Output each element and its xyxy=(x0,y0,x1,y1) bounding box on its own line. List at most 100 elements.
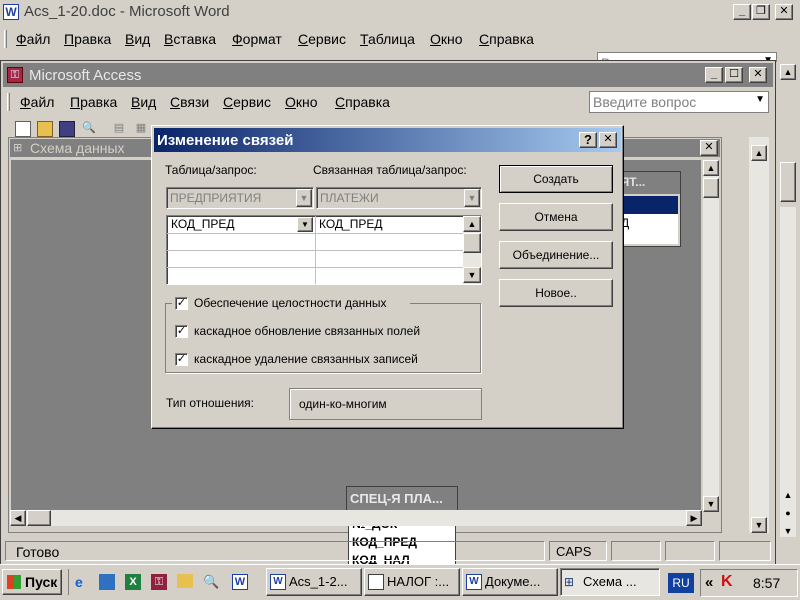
access-icon[interactable]: ⚿ xyxy=(151,574,167,590)
search-files-icon[interactable]: 🔍 xyxy=(203,574,219,590)
word-menu-file[interactable]: Файл xyxy=(16,31,50,47)
access-help-box[interactable]: Введите вопрос ▼ xyxy=(589,91,769,113)
schema-hscroll-thumb[interactable] xyxy=(27,510,51,526)
tray-expand-chevron[interactable]: « xyxy=(705,574,713,591)
access-menu-tools[interactable]: Сервис xyxy=(223,94,271,110)
schema-vscroll[interactable]: ▲ ▼ xyxy=(703,160,719,512)
word-menu-view[interactable]: Вид xyxy=(125,31,150,47)
schema-hscroll[interactable]: ◀ ▶ xyxy=(10,510,702,526)
field-grid: КОД_ПРЕД ▼ КОД_ПРЕД ▲ ▼ xyxy=(166,215,482,285)
grid-cell-left[interactable] xyxy=(168,250,314,267)
schema-close-button[interactable]: ✕ xyxy=(700,140,718,156)
preview-icon[interactable]: ▦ xyxy=(133,121,149,137)
save-icon[interactable] xyxy=(59,121,75,137)
access-menu-view[interactable]: Вид xyxy=(131,94,156,110)
word-window: W Acs_1-20.doc - Microsoft Word _ ❐ ✕ Фа… xyxy=(0,0,800,74)
schema-vscroll-thumb[interactable] xyxy=(703,178,719,198)
access-menu-relations[interactable]: Связи xyxy=(170,94,209,110)
grid-cell-dropdown-icon[interactable]: ▼ xyxy=(297,217,313,232)
schema-icon: ⊞ xyxy=(13,142,23,154)
table-combo[interactable]: ПРЕДПРИЯТИЯ ▼ xyxy=(166,187,314,209)
access-menu-window[interactable]: Окно xyxy=(285,94,318,110)
task-label: Докуме... xyxy=(485,574,541,589)
search-icon[interactable]: 🔍 xyxy=(81,121,97,137)
word-menu-tools[interactable]: Сервис xyxy=(298,31,346,47)
excel-icon[interactable]: X xyxy=(125,574,141,590)
word-menu-edit[interactable]: Правка xyxy=(64,31,111,47)
schema-scroll-right[interactable]: ▶ xyxy=(686,510,702,526)
word-restore-button[interactable]: ❐ xyxy=(752,4,770,20)
access-close-button[interactable]: ✕ xyxy=(749,67,767,83)
access-menu-edit[interactable]: Правка xyxy=(70,94,117,110)
grid-scroll-thumb[interactable] xyxy=(463,233,481,253)
task-button-schema[interactable]: ⊞ Схема ... xyxy=(560,568,660,596)
grid-scroll-up[interactable]: ▲ xyxy=(463,216,481,232)
schema-title: Схема данных xyxy=(30,140,125,156)
task-button-nalog[interactable]: НАЛОГ :... xyxy=(364,568,460,596)
task-button-document[interactable]: W Докуме... xyxy=(462,568,558,596)
integrity-checkbox[interactable]: ✓ xyxy=(175,297,188,310)
word-menu-bar: Файл Правка Вид Вставка Формат Сервис Та… xyxy=(0,25,800,74)
word-menu-table[interactable]: Таблица xyxy=(360,31,415,47)
folder-icon[interactable] xyxy=(177,574,193,588)
cascade-update-checkbox[interactable]: ✓ xyxy=(175,325,188,338)
schema-scroll-down[interactable]: ▼ xyxy=(703,496,719,512)
related-combo-arrow-icon[interactable]: ▼ xyxy=(464,189,480,207)
grid-cell-right[interactable] xyxy=(316,250,462,267)
start-button[interactable]: Пуск xyxy=(2,569,62,595)
cascade-delete-checkbox[interactable]: ✓ xyxy=(175,353,188,366)
new-icon[interactable] xyxy=(15,121,31,137)
access-title-bar: ⚿ Microsoft Access _ ☐ ✕ xyxy=(3,63,773,87)
access-minimize-button[interactable]: _ xyxy=(705,67,723,83)
open-icon[interactable] xyxy=(37,121,53,137)
relation-type-box: один-ко-многим xyxy=(289,388,482,420)
status-text: Готово xyxy=(16,544,60,560)
schema-scroll-left[interactable]: ◀ xyxy=(10,510,26,526)
access-vscroll[interactable]: ▲ ▼ xyxy=(749,137,769,533)
print-icon[interactable]: ▤ xyxy=(111,121,127,137)
grid-scroll-down[interactable]: ▼ xyxy=(463,267,481,283)
schema-scroll-up[interactable]: ▲ xyxy=(703,160,719,176)
word-scroll-up[interactable]: ▲ xyxy=(780,64,796,80)
join-type-button[interactable]: Объединение... xyxy=(499,241,613,269)
grid-cell-left[interactable] xyxy=(168,267,314,284)
grid-cell-left[interactable] xyxy=(168,233,314,250)
word-minimize-button[interactable]: _ xyxy=(733,4,751,20)
word-menu-window[interactable]: Окно xyxy=(430,31,463,47)
access-scroll-up[interactable]: ▲ xyxy=(751,145,767,161)
access-menu-help[interactable]: Справка xyxy=(335,94,390,110)
task-button-word-doc[interactable]: W Acs_1-2... xyxy=(266,568,362,596)
grid-vscroll[interactable]: ▲ ▼ xyxy=(463,216,481,284)
create-new-button[interactable]: Новое.. xyxy=(499,279,613,307)
word-prev-page[interactable]: ▲ xyxy=(780,488,796,504)
outlook-icon[interactable] xyxy=(99,574,115,590)
word-menu-help[interactable]: Справка xyxy=(479,31,534,47)
grid-cell-right[interactable]: КОД_ПРЕД xyxy=(316,216,462,233)
word-browse-object[interactable]: ● xyxy=(780,506,796,522)
word-scrollbar[interactable]: ▲ ▲ ● ▼ xyxy=(776,62,800,567)
word-next-page[interactable]: ▼ xyxy=(780,524,796,540)
dialog-help-button[interactable]: ? xyxy=(579,132,597,148)
word-icon[interactable]: W xyxy=(232,574,248,590)
related-table-combo[interactable]: ПЛАТЕЖИ ▼ xyxy=(316,187,482,209)
access-scroll-down[interactable]: ▼ xyxy=(751,517,767,533)
word-scroll-thumb[interactable] xyxy=(780,162,796,202)
dialog-close-button[interactable]: ✕ xyxy=(599,132,617,148)
language-indicator[interactable]: RU xyxy=(668,573,694,593)
cancel-button[interactable]: Отмена xyxy=(499,203,613,231)
access-menu-file[interactable]: Файл xyxy=(20,94,54,110)
word-close-button[interactable]: ✕ xyxy=(775,4,793,20)
create-button[interactable]: Создать xyxy=(499,165,613,193)
grid-cell-left[interactable]: КОД_ПРЕД xyxy=(168,216,296,233)
ie-icon[interactable]: e xyxy=(75,574,91,590)
word-menu-insert[interactable]: Вставка xyxy=(164,31,216,47)
grid-cell-right[interactable] xyxy=(316,267,462,284)
grid-cell-right[interactable] xyxy=(316,233,462,250)
start-label: Пуск xyxy=(25,574,58,590)
access-help-dropdown-icon[interactable]: ▼ xyxy=(755,94,765,105)
access-maximize-button[interactable]: ☐ xyxy=(725,67,743,83)
kaspersky-icon[interactable]: K xyxy=(721,573,733,591)
table-combo-arrow-icon[interactable]: ▼ xyxy=(296,189,312,207)
system-tray: « K 8:57 xyxy=(700,569,798,597)
word-menu-format[interactable]: Формат xyxy=(232,31,282,47)
